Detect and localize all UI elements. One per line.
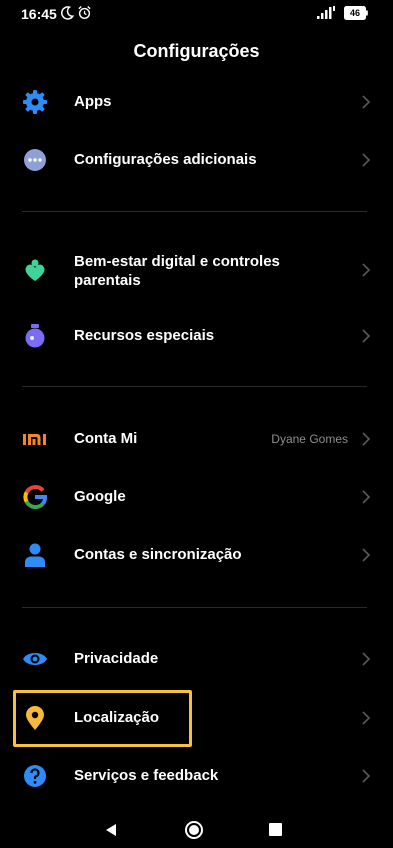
- settings-item-label: Privacidade: [74, 650, 159, 667]
- mi-logo-icon: [23, 434, 46, 445]
- chevron-right-icon: [362, 769, 371, 783]
- more-dots-icon: [24, 149, 46, 171]
- settings-item-apps[interactable]: Apps: [0, 74, 393, 130]
- section-divider: [22, 607, 367, 608]
- chevron-right-icon: [362, 490, 371, 504]
- settings-item-feedback[interactable]: Serviços e feedback: [0, 748, 393, 804]
- settings-item-label: Configurações adicionais: [74, 151, 257, 168]
- location-highlight-box: [13, 690, 192, 747]
- back-icon[interactable]: [104, 823, 118, 837]
- chevron-right-icon: [362, 95, 371, 109]
- settings-item-accounts-sync[interactable]: Contas e sincronização: [0, 527, 393, 583]
- flask-icon: [25, 324, 45, 348]
- eye-icon: [23, 653, 47, 665]
- navigation-bar: [0, 805, 393, 848]
- help-icon: [24, 765, 46, 787]
- settings-item-label: Apps: [74, 93, 112, 110]
- settings-item-label: Conta Mi: [74, 430, 138, 447]
- settings-item-mi-account[interactable]: Conta Mi Dyane Gomes: [0, 411, 393, 467]
- chevron-right-icon: [362, 711, 371, 725]
- settings-item-additional[interactable]: Configurações adicionais: [0, 132, 393, 188]
- settings-item-label-line2: parentais: [74, 272, 141, 289]
- settings-item-special-features[interactable]: Recursos especiais: [0, 308, 393, 364]
- recent-apps-icon[interactable]: [269, 823, 282, 836]
- chevron-right-icon: [362, 329, 371, 343]
- status-time: 16:45: [21, 6, 57, 22]
- settings-item-label: Serviços e feedback: [74, 767, 219, 784]
- moon-icon: [61, 6, 75, 20]
- section-divider: [22, 211, 367, 212]
- alarm-icon: [78, 5, 91, 20]
- settings-item-label: Contas e sincronização: [74, 546, 242, 563]
- battery-level: 46: [349, 8, 360, 18]
- chevron-right-icon: [362, 652, 371, 666]
- status-bar: 16:45 46: [0, 0, 393, 28]
- chevron-right-icon: [362, 153, 371, 167]
- person-icon: [25, 543, 45, 567]
- signal-icon: [317, 6, 335, 19]
- google-icon: [23, 485, 47, 509]
- chevron-right-icon: [362, 263, 371, 277]
- wellbeing-icon: [25, 259, 45, 281]
- section-divider: [22, 386, 367, 387]
- chevron-right-icon: [362, 548, 371, 562]
- settings-item-label-line1: Bem-estar digital e controles: [74, 253, 280, 270]
- settings-item-wellbeing[interactable]: Bem-estar digital e controles parentais: [0, 242, 393, 300]
- home-icon[interactable]: [184, 820, 204, 840]
- account-name: Dyane Gomes: [271, 432, 348, 446]
- page-title: Configurações: [133, 41, 260, 61]
- settings-item-label: Recursos especiais: [74, 327, 215, 344]
- settings-item-google[interactable]: Google: [0, 469, 393, 525]
- gear-icon: [23, 90, 47, 114]
- settings-item-label: Google: [74, 488, 126, 505]
- chevron-right-icon: [362, 432, 371, 446]
- settings-item-privacy[interactable]: Privacidade: [0, 631, 393, 687]
